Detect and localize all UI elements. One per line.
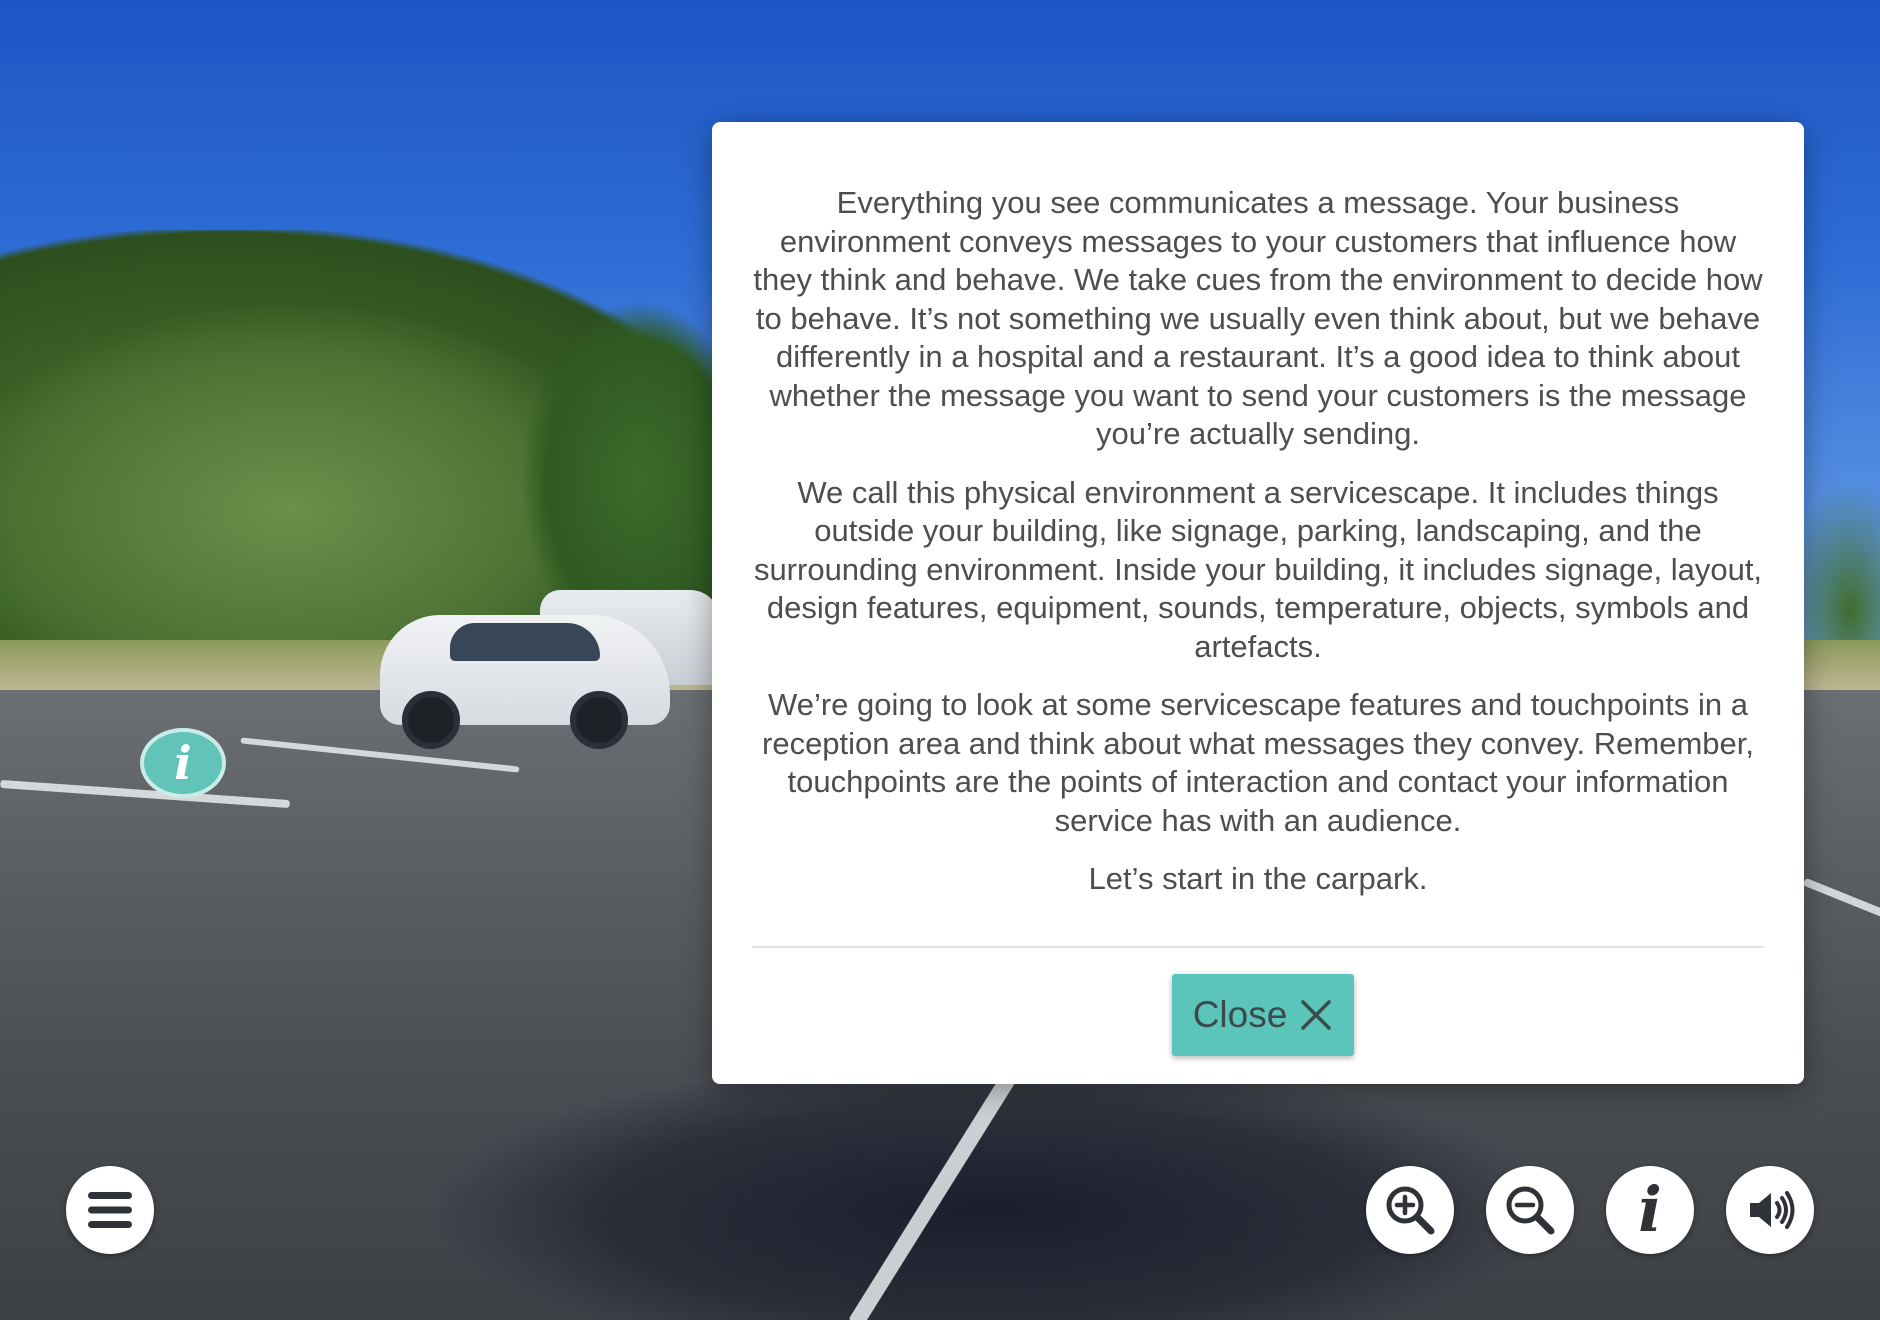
info-hotspot[interactable]: i: [140, 728, 226, 798]
zoom-out-icon: [1506, 1186, 1555, 1235]
zoom-out-button[interactable]: [1486, 1166, 1574, 1254]
close-button-label: Close: [1192, 994, 1288, 1035]
parked-car: [380, 615, 670, 749]
sound-button[interactable]: [1726, 1166, 1814, 1254]
dialog-paragraph: We call this physical environment a serv…: [753, 474, 1763, 664]
dialog-paragraph: We’re going to look at some servicescape…: [762, 687, 1754, 838]
zoom-in-button[interactable]: [1366, 1166, 1454, 1254]
dialog-divider: [752, 946, 1764, 948]
info-icon: i: [1638, 1173, 1662, 1246]
close-button[interactable]: Close: [1172, 974, 1354, 1056]
info-dialog: Everything you see communicates a messag…: [712, 122, 1804, 1084]
dialog-paragraph: Let’s start in the carpark.: [1088, 861, 1428, 896]
car-wheel: [570, 691, 628, 749]
info-icon: i: [174, 736, 192, 790]
car-window: [450, 623, 600, 661]
hamburger-menu-icon: [88, 1192, 132, 1228]
dialog-paragraph: Everything you see communicates a messag…: [753, 185, 1763, 451]
zoom-in-icon: [1386, 1186, 1435, 1235]
menu-button[interactable]: [66, 1166, 154, 1254]
close-icon: [1301, 1000, 1332, 1030]
dialog-body: Everything you see communicates a messag…: [752, 184, 1764, 919]
speaker-icon: [1750, 1191, 1795, 1229]
car-wheel: [402, 691, 460, 749]
info-button[interactable]: i: [1606, 1166, 1694, 1254]
